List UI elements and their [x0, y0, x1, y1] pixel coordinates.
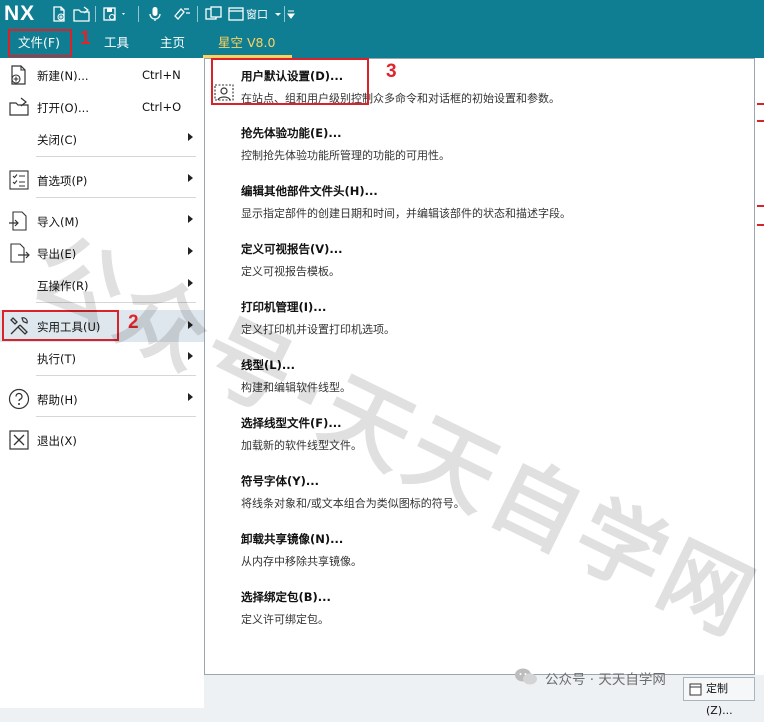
menu-item-close[interactable]: 关闭(C) [0, 124, 204, 154]
menu-item-open-label: 打开(O)... [37, 101, 89, 115]
submenu-item-visual-report[interactable]: 定义可视报告(V)... 定义可视报告模板。 [241, 241, 741, 279]
submenu-arrow-icon [188, 133, 193, 141]
wechat-icon [514, 666, 538, 688]
submenu-item-desc: 显示指定部件的创建日期和时间，并编辑该部件的状态和描述字段。 [241, 207, 571, 220]
window-menu-label[interactable]: 窗口 [246, 6, 268, 22]
menu-divider [36, 416, 196, 417]
save-options-icon[interactable] [102, 5, 128, 23]
menu-item-new-label: 新建(N)... [37, 69, 89, 83]
submenu-item-title: 打印机管理(I)... [241, 300, 327, 314]
background-red-line [757, 205, 764, 207]
step1-highlight-box [8, 29, 72, 57]
new-file-icon [8, 64, 30, 86]
status-area [204, 675, 764, 708]
submenu-item-title: 定义可视报告(V)... [241, 242, 343, 256]
toolbar-divider [95, 6, 96, 22]
nx-logo: NX [4, 2, 36, 25]
preferences-list-icon [8, 169, 30, 191]
menu-item-execute-label: 执行(T) [37, 352, 76, 366]
new-file-icon[interactable] [51, 5, 67, 23]
customize-icon [689, 682, 702, 704]
submenu-item-desc: 控制抢先体验功能所管理的功能的可用性。 [241, 149, 450, 162]
chevron-down-icon[interactable] [274, 5, 282, 23]
toolbar-divider [284, 6, 285, 22]
toolbar-divider [138, 6, 139, 22]
menu-item-help-label: 帮助(H) [37, 393, 78, 407]
menu-item-open[interactable]: 打开(O)... Ctrl+O [0, 92, 204, 122]
tab-xingkong[interactable]: 星空 V8.0 [218, 34, 275, 52]
step3-number: 3 [386, 61, 397, 82]
submenu-arrow-icon [188, 215, 193, 223]
background-red-line [757, 103, 764, 105]
background-red-line [757, 224, 764, 226]
open-folder-icon [8, 96, 30, 118]
submenu-item-edit-part-header[interactable]: 编辑其他部件文件头(H)... 显示指定部件的创建日期和时间，并编辑该部件的状态… [241, 183, 741, 221]
help-icon [8, 388, 30, 410]
submenu-item-title: 编辑其他部件文件头(H)... [241, 184, 378, 198]
customize-button-label: 定制(Z)... [706, 682, 733, 717]
menu-item-preferences[interactable]: 首选项(P) [0, 165, 204, 195]
menu-divider [36, 156, 196, 157]
menu-item-exit[interactable]: 退出(X) [0, 425, 204, 455]
ribbon-tab-bar: 文件(F) 工具 主页 星空 V8.0 [0, 29, 764, 58]
window-tile-icon[interactable] [205, 5, 223, 23]
step3-highlight-box [211, 58, 369, 105]
import-icon [8, 210, 30, 232]
menu-item-new-shortcut: Ctrl+N [142, 68, 181, 82]
touch-mode-icon[interactable] [172, 5, 192, 23]
submenu-item-early-access[interactable]: 抢先体验功能(E)... 控制抢先体验功能所管理的功能的可用性。 [241, 125, 741, 163]
toolbar-divider [197, 6, 198, 22]
submenu-arrow-icon [188, 247, 193, 255]
menu-item-close-label: 关闭(C) [37, 133, 78, 147]
submenu-item-title: 抢先体验功能(E)... [241, 126, 342, 140]
background-red-line [757, 120, 764, 122]
menu-divider [36, 197, 196, 198]
export-icon [8, 242, 30, 264]
submenu-item-desc: 定义可视报告模板。 [241, 265, 340, 278]
open-folder-icon[interactable] [73, 5, 91, 23]
exit-icon [8, 429, 30, 451]
menu-item-new[interactable]: 新建(N)... Ctrl+N [0, 60, 204, 90]
menu-item-exit-label: 退出(X) [37, 434, 77, 448]
menu-item-open-shortcut: Ctrl+O [142, 100, 182, 114]
customize-toolbar-icon[interactable] [286, 5, 296, 23]
tab-tools[interactable]: 工具 [104, 34, 129, 52]
microphone-icon[interactable] [148, 5, 162, 23]
step1-number: 1 [80, 28, 91, 49]
tab-home[interactable]: 主页 [160, 34, 185, 52]
wechat-account-label: 公众号 · 天天自学网 [545, 672, 666, 688]
title-bar: NX 窗口 [0, 0, 764, 29]
window-icon[interactable] [228, 5, 244, 23]
customize-button[interactable]: 定制(Z)... [683, 677, 755, 717]
menu-item-preferences-label: 首选项(P) [37, 174, 88, 188]
submenu-arrow-icon [188, 174, 193, 182]
